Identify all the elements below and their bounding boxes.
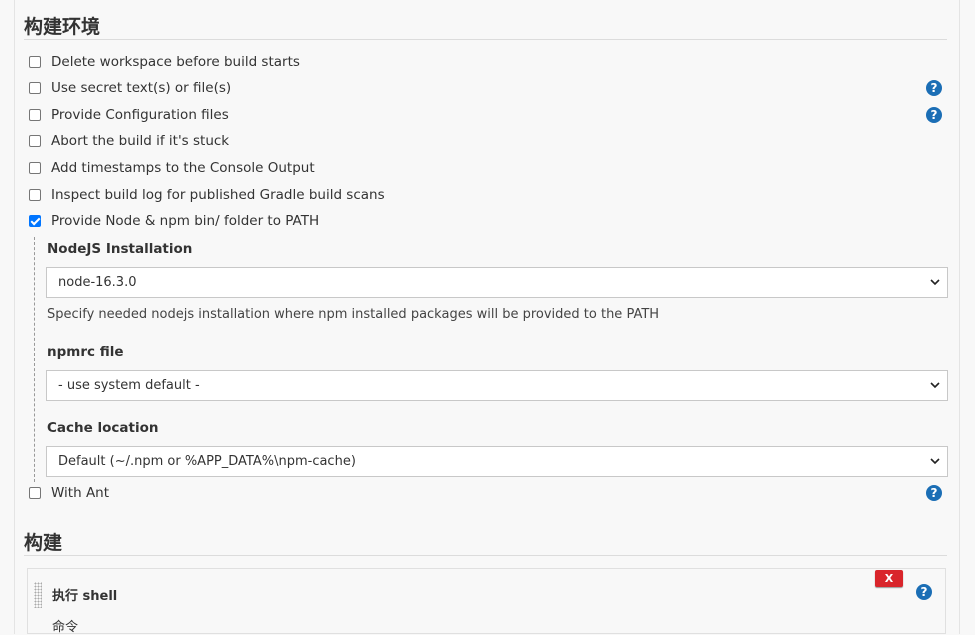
option-label: Provide Node & npm bin/ folder to PATH xyxy=(51,213,320,229)
checkbox[interactable] xyxy=(29,135,41,147)
checkbox[interactable] xyxy=(29,56,41,68)
checkbox-checked[interactable] xyxy=(29,215,41,227)
cache-location-label: Cache location xyxy=(47,420,159,436)
section-title-build-environment: 构建环境 xyxy=(24,16,101,38)
option-label: Abort the build if it's stuck xyxy=(51,133,230,149)
npmrc-file-select[interactable]: - use system default - xyxy=(46,370,948,401)
checkbox[interactable] xyxy=(29,162,41,174)
option-timestamps[interactable]: Add timestamps to the Console Output xyxy=(29,158,315,178)
section-title-build: 构建 xyxy=(24,532,63,554)
checkbox[interactable] xyxy=(29,189,41,201)
help-icon[interactable]: ? xyxy=(926,80,942,96)
option-label: Inspect build log for published Gradle b… xyxy=(51,187,385,203)
checkbox[interactable] xyxy=(29,82,41,94)
option-provide-node[interactable]: Provide Node & npm bin/ folder to PATH xyxy=(29,211,319,231)
option-config-files[interactable]: Provide Configuration files xyxy=(29,105,229,125)
option-label: Delete workspace before build starts xyxy=(51,54,300,70)
help-icon[interactable]: ? xyxy=(916,584,932,600)
chevron-down-icon xyxy=(930,382,940,389)
option-label: Provide Configuration files xyxy=(51,107,229,123)
option-label: With Ant xyxy=(51,485,110,501)
build-step-title: 执行 shell xyxy=(52,589,118,604)
option-label: Add timestamps to the Console Output xyxy=(51,160,315,176)
nested-config-border xyxy=(34,237,35,482)
chevron-down-icon xyxy=(930,458,940,465)
cache-location-select[interactable]: Default (~/.npm or %APP_DATA%\npm-cache) xyxy=(46,446,948,477)
nodejs-installation-label: NodeJS Installation xyxy=(47,241,193,257)
section-divider xyxy=(24,39,947,40)
option-abort-stuck[interactable]: Abort the build if it's stuck xyxy=(29,131,229,151)
option-with-ant[interactable]: With Ant xyxy=(29,483,109,503)
build-step-shell: X 执行 shell 命令 xyxy=(27,568,946,635)
option-delete-workspace[interactable]: Delete workspace before build starts xyxy=(29,52,300,72)
nodejs-installation-description: Specify needed nodejs installation where… xyxy=(47,307,660,322)
checkbox[interactable] xyxy=(29,487,41,499)
select-value: node-16.3.0 xyxy=(58,275,137,290)
option-label: Use secret text(s) or file(s) xyxy=(51,80,232,96)
help-icon[interactable]: ? xyxy=(926,107,942,123)
option-secret-text[interactable]: Use secret text(s) or file(s) xyxy=(29,78,231,98)
delete-step-button[interactable]: X xyxy=(875,570,903,587)
drag-handle-icon[interactable] xyxy=(34,582,42,608)
section-divider xyxy=(24,555,947,556)
npmrc-file-label: npmrc file xyxy=(47,344,124,360)
checkbox[interactable] xyxy=(29,109,41,121)
command-label: 命令 xyxy=(52,620,79,635)
chevron-down-icon xyxy=(930,279,940,286)
help-icon[interactable]: ? xyxy=(926,485,942,501)
option-gradle-scans[interactable]: Inspect build log for published Gradle b… xyxy=(29,185,385,205)
select-value: Default (~/.npm or %APP_DATA%\npm-cache) xyxy=(58,454,356,469)
select-value: - use system default - xyxy=(58,378,200,393)
nodejs-installation-select[interactable]: node-16.3.0 xyxy=(46,267,948,298)
